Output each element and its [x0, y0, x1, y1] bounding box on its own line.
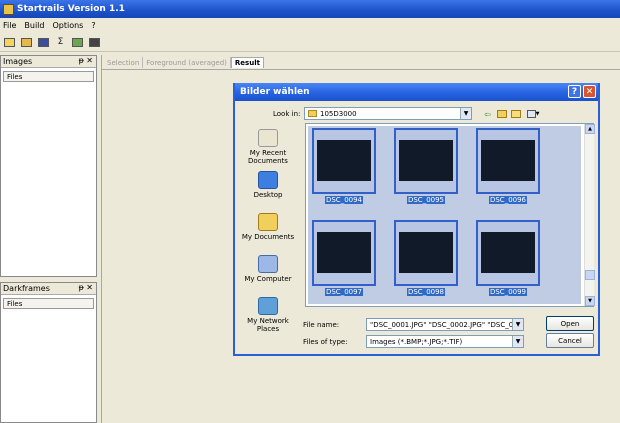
my-documents-icon — [258, 213, 278, 231]
place-label: My Computer — [244, 275, 292, 283]
dialog-title: Bilder wählen — [240, 87, 310, 97]
file-thumbnail[interactable] — [312, 220, 376, 286]
file-name[interactable]: DSC_0096 — [476, 196, 540, 204]
up-folder-icon[interactable] — [496, 109, 507, 119]
pin-icon[interactable]: ᵽ — [79, 283, 84, 292]
file-thumbnail[interactable] — [476, 220, 540, 286]
place-label: My Recent Documents — [248, 149, 288, 165]
lookin-value: 105D3000 — [320, 109, 357, 118]
files-column-header[interactable]: Files — [3, 71, 94, 82]
open-icon[interactable] — [19, 35, 34, 50]
menubar: File Build Options ? — [0, 18, 620, 32]
filename-value: "DSC_0001.JPG" "DSC_0002.JPG" "DSC_00 — [370, 320, 518, 329]
images-panel: Images ᵽ ✕ Files — [0, 55, 97, 277]
file-thumbnail[interactable] — [394, 128, 458, 194]
app-icon — [3, 3, 14, 15]
place-label: Desktop — [253, 191, 283, 199]
scroll-thumb[interactable] — [585, 270, 595, 280]
menu-help[interactable]: ? — [91, 21, 95, 30]
file-name[interactable]: DSC_0099 — [476, 288, 540, 296]
chevron-down-icon[interactable]: ▼ — [512, 336, 523, 347]
tab-foreground[interactable]: Foreground (averaged) — [143, 57, 231, 68]
chevron-down-icon[interactable]: ▼ — [512, 319, 523, 330]
close-icon[interactable]: ✕ — [86, 56, 93, 65]
place-recent[interactable]: My Recent Documents — [239, 129, 297, 165]
darkframes-panel-title: Darkframes — [3, 284, 50, 293]
cancel-button[interactable]: Cancel — [546, 333, 594, 348]
scroll-down-icon[interactable]: ▼ — [585, 296, 595, 306]
image-icon[interactable] — [70, 35, 85, 50]
menu-options[interactable]: Options — [52, 21, 83, 30]
back-icon[interactable]: ⇦ — [482, 109, 493, 119]
scroll-up-icon[interactable]: ▲ — [585, 124, 595, 134]
computer-icon — [258, 255, 278, 273]
place-my-documents[interactable]: My Documents — [239, 213, 297, 241]
toolbar: Σ — [0, 33, 620, 52]
file-thumbnail[interactable] — [394, 220, 458, 286]
dialog-close-button[interactable]: ✕ — [583, 85, 596, 98]
new-folder-icon[interactable] — [510, 109, 521, 119]
tab-divider — [101, 69, 620, 70]
filename-label: File name: — [303, 321, 340, 329]
lookin-combo[interactable]: 105D3000 ▼ — [304, 107, 472, 120]
thumbnail-image — [399, 140, 453, 181]
folder-icon — [308, 110, 317, 117]
filetype-select[interactable]: Images (*.BMP;*.JPG;*.TIF) ▼ — [366, 335, 524, 348]
desktop-icon — [258, 171, 278, 189]
place-my-computer[interactable]: My Computer — [239, 255, 297, 283]
thumbnail-image — [481, 232, 535, 273]
tab-result[interactable]: Result — [230, 57, 264, 68]
video-icon[interactable] — [87, 35, 102, 50]
places-bar: My Recent Documents Desktop My Documents… — [239, 123, 297, 333]
dialog-titlebar: Bilder wählen — [235, 83, 598, 101]
darkframes-panel: Darkframes ᵽ ✕ Files — [0, 282, 97, 423]
filename-input[interactable]: "DSC_0001.JPG" "DSC_0002.JPG" "DSC_00 ▼ — [366, 318, 524, 331]
place-label: My Network Places — [247, 317, 289, 333]
file-thumbnail[interactable] — [476, 128, 540, 194]
view-menu-icon[interactable]: ▼ — [525, 109, 541, 119]
filetype-value: Images (*.BMP;*.JPG;*.TIF) — [370, 337, 463, 346]
view-tabs: Selection Foreground (averaged) Result — [104, 56, 264, 69]
thumbnail-image — [317, 232, 371, 273]
help-button[interactable]: ? — [568, 85, 581, 98]
close-icon[interactable]: ✕ — [86, 283, 93, 292]
network-icon — [258, 297, 278, 315]
images-panel-title: Images — [3, 57, 33, 66]
open-file-dialog: Bilder wählen ? ✕ Look in: 105D3000 ▼ ⇦ … — [233, 83, 600, 356]
save-icon[interactable] — [36, 35, 51, 50]
file-name[interactable]: DSC_0094 — [312, 196, 376, 204]
files-column-header[interactable]: Files — [3, 298, 94, 309]
place-desktop[interactable]: Desktop — [239, 171, 297, 199]
thumbnail-image — [317, 140, 371, 181]
sum-icon[interactable]: Σ — [53, 35, 68, 50]
file-name[interactable]: DSC_0097 — [312, 288, 376, 296]
file-thumbnail[interactable] — [312, 128, 376, 194]
pin-icon[interactable]: ᵽ — [79, 56, 84, 65]
app-title: Startrails Version 1.1 — [17, 4, 125, 14]
tab-selection[interactable]: Selection — [104, 57, 144, 68]
open-button[interactable]: Open — [546, 316, 594, 331]
filetype-label: Files of type: — [303, 338, 348, 346]
app-titlebar: Startrails Version 1.1 — [0, 0, 620, 18]
thumbnail-image — [399, 232, 453, 273]
darkframes-panel-header: Darkframes ᵽ ✕ — [1, 283, 96, 295]
place-label: My Documents — [241, 233, 295, 241]
chevron-down-icon[interactable]: ▼ — [460, 108, 471, 119]
file-name[interactable]: DSC_0098 — [394, 288, 458, 296]
lookin-label: Look in: — [273, 110, 301, 118]
file-list[interactable]: DSC_0094 DSC_0095 DSC_0096 DSC_0097 DSC_… — [305, 123, 595, 307]
new-icon[interactable] — [2, 35, 17, 50]
file-name[interactable]: DSC_0095 — [394, 196, 458, 204]
recent-documents-icon — [258, 129, 278, 147]
place-network[interactable]: My Network Places — [239, 297, 297, 333]
thumbnail-image — [481, 140, 535, 181]
menu-build[interactable]: Build — [24, 21, 44, 30]
vertical-scrollbar[interactable]: ▲ ▼ — [584, 124, 595, 306]
images-panel-header: Images ᵽ ✕ — [1, 56, 96, 68]
menu-file[interactable]: File — [3, 21, 16, 30]
